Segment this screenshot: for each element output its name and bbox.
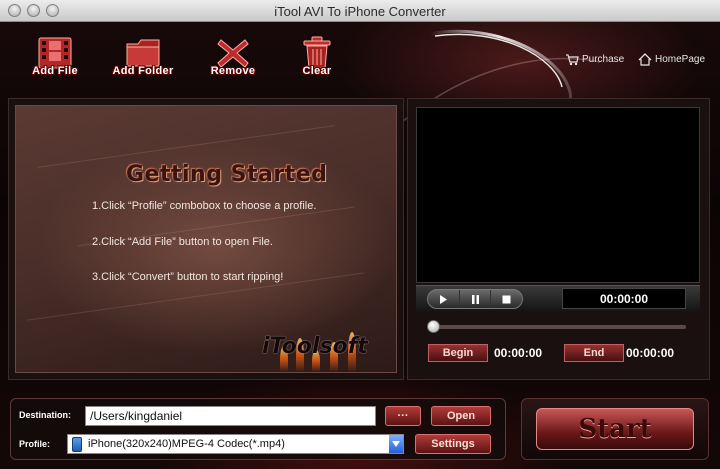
shopping-cart-icon [566, 54, 579, 66]
clear-label: Clear [302, 65, 332, 77]
play-icon [440, 294, 448, 304]
profile-label: Profile: [19, 439, 51, 449]
start-button-frame: Start [521, 398, 709, 460]
add-file-label: Add File [32, 65, 78, 77]
seek-slider[interactable] [427, 320, 686, 333]
pause-icon [471, 294, 479, 304]
profile-select[interactable]: iPhone(320x240)MPEG-4 Codec(*.mp4) [67, 434, 404, 454]
begin-time: 00:00:00 [494, 346, 543, 360]
getting-started-content: Getting Started 1.Click “Profile” combob… [15, 105, 397, 373]
getting-started-panel: Getting Started 1.Click “Profile” combob… [8, 98, 404, 380]
begin-button[interactable]: Begin [428, 344, 488, 362]
step-2-text: 2.Click “Add File” button to open File. [92, 236, 273, 248]
profile-selected-value: iPhone(320x240)MPEG-4 Codec(*.mp4) [88, 438, 285, 450]
purchase-link[interactable]: Purchase [565, 53, 624, 66]
app-window: iTool AVI To iPhone Converter Add File A… [0, 0, 720, 469]
transport-bar: 00:00:00 [416, 285, 700, 311]
title-bar: iTool AVI To iPhone Converter [0, 0, 720, 22]
pause-button[interactable] [460, 290, 492, 308]
play-button[interactable] [428, 290, 460, 308]
purchase-label: Purchase [582, 54, 625, 65]
stop-icon [502, 295, 511, 303]
open-button[interactable]: Open [431, 406, 491, 426]
remove-label: Remove [210, 65, 256, 77]
homepage-link[interactable]: HomePage [638, 53, 705, 66]
getting-started-title: Getting Started [126, 162, 328, 187]
iphone-icon [72, 437, 82, 452]
browse-button[interactable]: ··· [385, 406, 421, 426]
end-time: 00:00:00 [626, 346, 675, 360]
add-folder-label: Add Folder [112, 65, 174, 77]
video-preview [416, 107, 700, 283]
destination-input[interactable] [85, 406, 376, 426]
step-1-text: 1.Click “Profile” combobox to choose a p… [92, 200, 317, 212]
dropdown-arrow-icon[interactable] [389, 435, 403, 453]
seek-slider-thumb[interactable] [427, 320, 440, 333]
preview-panel: 00:00:00 Begin 00:00:00 End 00:00:00 [407, 98, 710, 380]
home-icon [638, 53, 652, 66]
current-time-display: 00:00:00 [562, 288, 686, 309]
homepage-label: HomePage [655, 54, 706, 65]
stop-button[interactable] [491, 290, 522, 308]
add-file-button[interactable]: Add File [20, 36, 90, 82]
brand-logo-text: iToolsoft [262, 334, 368, 359]
step-3-text: 3.Click “Convert” button to start rippin… [92, 271, 284, 283]
remove-button[interactable]: Remove [198, 36, 268, 82]
add-folder-button[interactable]: Add Folder [108, 36, 178, 82]
window-title: iTool AVI To iPhone Converter [274, 4, 446, 19]
settings-button[interactable]: Settings [415, 434, 491, 454]
clear-button[interactable]: Clear [282, 36, 352, 82]
end-button[interactable]: End [564, 344, 624, 362]
start-button[interactable]: Start [536, 408, 694, 450]
destination-label: Destination: [19, 410, 72, 420]
playback-controls [427, 289, 523, 309]
